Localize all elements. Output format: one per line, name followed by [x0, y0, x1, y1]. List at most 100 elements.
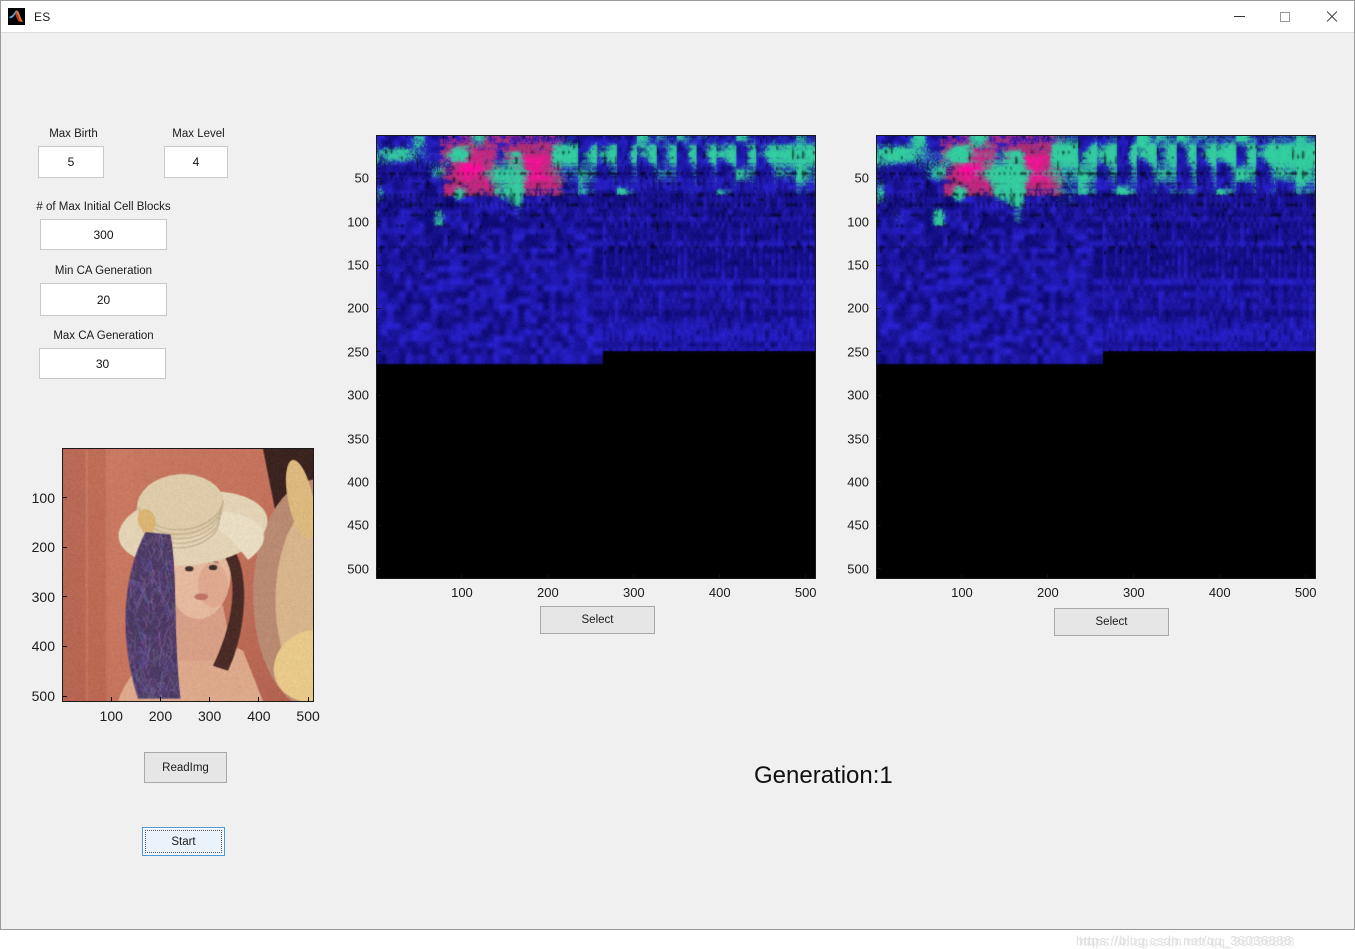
y-tick-label: 50	[325, 171, 369, 186]
watermark-text-ghost: https://blog.csdn.net/qq_36036888	[1079, 934, 1295, 949]
y-tick-mark	[376, 568, 381, 569]
x-tick-mark	[633, 574, 634, 579]
y-tick-label: 350	[325, 431, 369, 446]
x-tick-mark	[1047, 574, 1048, 579]
window-title: ES	[34, 10, 50, 24]
y-tick-label: 400	[11, 638, 55, 654]
x-tick-mark	[1219, 574, 1220, 579]
x-tick-label: 400	[1209, 585, 1231, 600]
generation-status-label: Generation:1	[754, 762, 893, 790]
y-tick-label: 250	[825, 344, 869, 359]
x-tick-mark	[1133, 574, 1134, 579]
y-tick-label: 150	[825, 258, 869, 273]
y-tick-label: 500	[825, 561, 869, 576]
y-tick-label: 250	[325, 344, 369, 359]
input-max-initial-cell-blocks[interactable]: 300	[40, 219, 167, 250]
input-max-level[interactable]: 4	[164, 146, 228, 178]
cellular-automata-output-right[interactable]	[876, 135, 1316, 579]
y-tick-label: 400	[825, 474, 869, 489]
input-max-birth[interactable]: 5	[38, 146, 104, 178]
y-tick-mark	[62, 696, 67, 697]
cellular-automata-output-left[interactable]	[376, 135, 816, 579]
y-tick-label: 300	[825, 388, 869, 403]
label-min-ca-generation: Min CA Generation	[11, 265, 196, 277]
y-tick-label: 500	[325, 561, 369, 576]
y-tick-mark	[876, 265, 881, 266]
y-tick-mark	[876, 481, 881, 482]
select-right-button-label: Select	[1096, 616, 1128, 628]
y-tick-mark	[876, 525, 881, 526]
y-tick-label: 150	[325, 258, 369, 273]
y-tick-label: 100	[11, 490, 55, 506]
y-tick-mark	[876, 221, 881, 222]
x-tick-label: 300	[623, 585, 645, 600]
y-tick-mark	[376, 221, 381, 222]
x-tick-label: 400	[247, 708, 270, 724]
y-tick-mark	[62, 596, 67, 597]
x-tick-label: 500	[296, 708, 319, 724]
y-tick-label: 400	[325, 474, 369, 489]
x-tick-mark	[461, 574, 462, 579]
start-button-label: Start	[171, 836, 195, 848]
y-tick-mark	[376, 481, 381, 482]
y-tick-label: 300	[11, 589, 55, 605]
x-tick-mark	[1305, 574, 1306, 579]
y-tick-label: 450	[325, 518, 369, 533]
x-tick-label: 300	[198, 708, 221, 724]
select-left-button-label: Select	[582, 614, 614, 626]
input-min-ca-generation[interactable]: 20	[40, 283, 167, 316]
label-max-initial-cell-blocks: # of Max Initial Cell Blocks	[11, 201, 196, 213]
y-tick-mark	[62, 646, 67, 647]
y-tick-label: 500	[11, 688, 55, 704]
window-controls	[1216, 1, 1354, 32]
x-tick-mark	[258, 697, 259, 702]
y-tick-mark	[876, 308, 881, 309]
maximize-button[interactable]	[1262, 1, 1308, 32]
label-max-ca-generation: Max CA Generation	[11, 330, 196, 342]
close-button[interactable]	[1308, 1, 1354, 32]
x-tick-mark	[111, 697, 112, 702]
y-tick-label: 300	[325, 388, 369, 403]
label-max-birth: Max Birth	[31, 128, 116, 140]
y-tick-mark	[876, 568, 881, 569]
title-bar: ES	[1, 1, 1354, 33]
y-tick-label: 350	[825, 431, 869, 446]
x-tick-label: 100	[951, 585, 973, 600]
x-tick-label: 100	[451, 585, 473, 600]
x-tick-label: 200	[149, 708, 172, 724]
read-img-button-label: ReadImg	[162, 762, 209, 774]
blog-watermark: https://blog.csdn.net/qq_36036888 https:…	[1076, 933, 1292, 948]
minimize-icon	[1234, 16, 1245, 17]
client-area: Max Birth 5 Max Level 4 # of Max Initial…	[1, 33, 1354, 929]
source-image-axes: 100 200 300 400 500 100 200 300 400 500	[62, 448, 314, 702]
y-tick-mark	[376, 438, 381, 439]
minimize-button[interactable]	[1216, 1, 1262, 32]
input-max-ca-generation[interactable]: 30	[39, 348, 166, 379]
x-tick-label: 100	[100, 708, 123, 724]
x-tick-label: 400	[709, 585, 731, 600]
y-tick-label: 200	[825, 301, 869, 316]
y-tick-mark	[376, 308, 381, 309]
x-tick-label: 500	[795, 585, 817, 600]
read-img-button[interactable]: ReadImg	[144, 752, 227, 783]
select-left-button[interactable]: Select	[540, 606, 655, 634]
x-tick-mark	[547, 574, 548, 579]
y-tick-mark	[876, 438, 881, 439]
ca-result-axes-left: 50 100 150 200 250 300 350 400 450 500 100 200 300 40…	[376, 135, 816, 579]
label-max-level: Max Level	[156, 128, 241, 140]
x-tick-mark	[308, 697, 309, 702]
y-tick-mark	[62, 547, 67, 548]
start-button[interactable]: Start	[142, 827, 225, 856]
y-tick-mark	[62, 497, 67, 498]
select-right-button[interactable]: Select	[1054, 608, 1169, 636]
y-tick-label: 100	[825, 214, 869, 229]
y-tick-mark	[376, 525, 381, 526]
x-tick-label: 200	[537, 585, 559, 600]
y-tick-mark	[376, 395, 381, 396]
x-tick-label: 500	[1295, 585, 1317, 600]
x-tick-mark	[805, 574, 806, 579]
x-tick-label: 200	[1037, 585, 1059, 600]
application-window: ES Max Birth 5 Max Level 4 # of Max Init…	[0, 0, 1355, 930]
lena-test-image[interactable]	[62, 448, 314, 702]
y-tick-label: 450	[825, 518, 869, 533]
